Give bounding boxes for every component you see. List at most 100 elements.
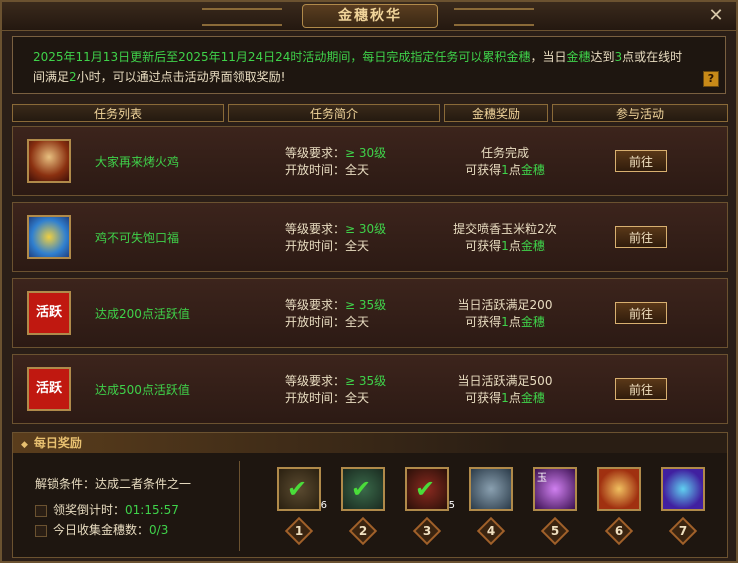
reward-number: 2	[358, 524, 368, 538]
reward-amount: 1	[501, 391, 509, 405]
title-bar: 金穗秋华 ✕	[2, 2, 736, 31]
reward-unit: 点	[508, 239, 521, 253]
reward-unit: 点	[508, 163, 521, 177]
time-label: 开放时间：	[285, 239, 346, 253]
chicken-feast-icon	[27, 215, 71, 259]
reward-number: 3	[422, 524, 432, 538]
go-button[interactable]: 前往	[615, 150, 667, 172]
reward-slot[interactable]: ✔ 5	[405, 467, 455, 511]
time-label: 开放时间：	[285, 391, 346, 405]
right-ornament	[454, 8, 534, 26]
countdown-checkbox	[35, 504, 47, 517]
reward-number: 1	[294, 524, 304, 538]
reward-number-badge: 6	[604, 516, 634, 546]
task-requirements: 等级要求：≥ 35级 开放时间：全天	[285, 297, 386, 331]
level-label: 等级要求：	[285, 146, 346, 160]
reward-condition: 提交喷香玉米粒2次	[453, 222, 557, 236]
time-value: 全天	[345, 163, 370, 177]
countdown-row: 领奖倒计时：01:15:57	[35, 501, 179, 518]
reward-slot[interactable]	[597, 467, 641, 511]
reward-item: 金穗	[520, 315, 545, 329]
reward-number: 7	[678, 524, 688, 538]
reward-unit: 点	[508, 391, 521, 405]
notice-hours: 2	[69, 70, 77, 84]
reward-slot[interactable]	[661, 467, 705, 511]
reward-prefix: 可获得	[465, 239, 502, 253]
claimed-check-icon: ✔	[415, 475, 436, 503]
task-row: 活跃 达成500点活跃值 等级要求：≥ 35级 开放时间：全天 当日活跃满足50…	[12, 354, 728, 424]
task-row: 鸡不可失饱口福 等级要求：≥ 30级 开放时间：全天 提交喷香玉米粒2次 可获得…	[12, 202, 728, 272]
activity-window: 金穗秋华 ✕ 2025年11月13日更新后至2025年11月24日24时活动期间…	[0, 0, 738, 563]
reward-slot[interactable]: ✔	[341, 467, 385, 511]
reward-tag: 玉	[537, 473, 547, 484]
reward-item: 金穗	[520, 163, 545, 177]
claimed-check-icon: ✔	[287, 475, 308, 503]
daily-reward-title: 每日奖励	[33, 436, 82, 450]
reward-unit: 点	[508, 315, 521, 329]
notice-part-1: 2025年11月13日更新后至2025年11月24日24时活动期间，每日完成指定…	[33, 50, 507, 64]
reward-condition: 当日活跃满足200	[457, 298, 553, 312]
countdown-label: 领奖倒计时：	[53, 503, 126, 517]
reward-number-badge: 2	[348, 516, 378, 546]
level-label: 等级要求：	[285, 374, 346, 388]
task-name: 鸡不可失饱口福	[95, 231, 180, 245]
go-button[interactable]: 前往	[615, 226, 667, 248]
notice-part-9: 小时，可以通过点击活动界面领取奖励!	[76, 70, 286, 84]
reward-condition: 任务完成	[480, 146, 529, 160]
time-label: 开放时间：	[285, 315, 346, 329]
activity-notice: 2025年11月13日更新后至2025年11月24日24时活动期间，每日完成指定…	[12, 36, 726, 94]
time-value: 全天	[345, 391, 370, 405]
roast-chicken-icon	[27, 139, 71, 183]
reward-number-badge: 1	[284, 516, 314, 546]
reward-number: 4	[486, 524, 496, 538]
close-icon[interactable]: ✕	[706, 6, 726, 26]
task-name: 达成200点活跃值	[95, 307, 190, 321]
left-ornament	[202, 8, 282, 26]
daily-reward-header: ◆ 每日奖励	[13, 433, 727, 453]
reward-number-badge: 7	[668, 516, 698, 546]
reward-count: 5	[448, 500, 455, 511]
header-task-list: 任务列表	[12, 104, 224, 122]
reward-number-badge: 3	[412, 516, 442, 546]
reward-amount: 1	[501, 239, 509, 253]
reward-number-badge: 4	[476, 516, 506, 546]
task-reward: 提交喷香玉米粒2次 可获得1点金穗	[445, 221, 565, 255]
task-name: 大家再来烤火鸡	[95, 155, 180, 169]
notice-points: 3	[614, 50, 623, 64]
go-button[interactable]: 前往	[615, 302, 667, 324]
task-name: 达成500点活跃值	[95, 383, 190, 397]
reward-slot[interactable]	[469, 467, 513, 511]
task-requirements: 等级要求：≥ 30级 开放时间：全天	[285, 145, 386, 179]
collect-value: 0/3	[149, 523, 169, 537]
reward-slot[interactable]: 玉	[533, 467, 577, 511]
task-reward: 当日活跃满足500 可获得1点金穗	[445, 373, 565, 407]
divider	[239, 461, 240, 551]
reward-number: 6	[614, 524, 624, 538]
level-value: ≥ 35级	[345, 298, 387, 312]
level-label: 等级要求：	[285, 298, 346, 312]
reward-prefix: 可获得	[465, 163, 502, 177]
reward-prefix: 可获得	[465, 315, 502, 329]
reward-count: 6	[320, 500, 327, 511]
reward-number: 5	[550, 524, 560, 538]
claimed-check-icon: ✔	[351, 475, 372, 503]
help-icon[interactable]: ?	[703, 71, 719, 87]
task-row: 活跃 达成200点活跃值 等级要求：≥ 35级 开放时间：全天 当日活跃满足20…	[12, 278, 728, 348]
activity-icon: 活跃	[27, 291, 71, 335]
notice-keyword: 金穗	[506, 50, 531, 64]
task-requirements: 等级要求：≥ 35级 开放时间：全天	[285, 373, 386, 407]
window-title: 金穗秋华	[302, 4, 438, 28]
collect-checkbox	[35, 524, 47, 537]
notice-part-5: 达到	[590, 50, 615, 64]
reward-condition: 当日活跃满足500	[457, 374, 553, 388]
time-label: 开放时间：	[285, 163, 346, 177]
go-button[interactable]: 前往	[615, 378, 667, 400]
reward-slot[interactable]: ✔ 6	[277, 467, 327, 511]
collect-row: 今日收集金穗数：0/3	[35, 521, 168, 538]
header-reward: 金穗奖励	[444, 104, 548, 122]
time-value: 全天	[345, 315, 370, 329]
reward-item: 金穗	[520, 239, 545, 253]
countdown-value: 01:15:57	[125, 503, 179, 517]
level-value: ≥ 30级	[345, 146, 387, 160]
notice-text: 2025年11月13日更新后至2025年11月24日24时活动期间，每日完成指定…	[33, 47, 693, 87]
